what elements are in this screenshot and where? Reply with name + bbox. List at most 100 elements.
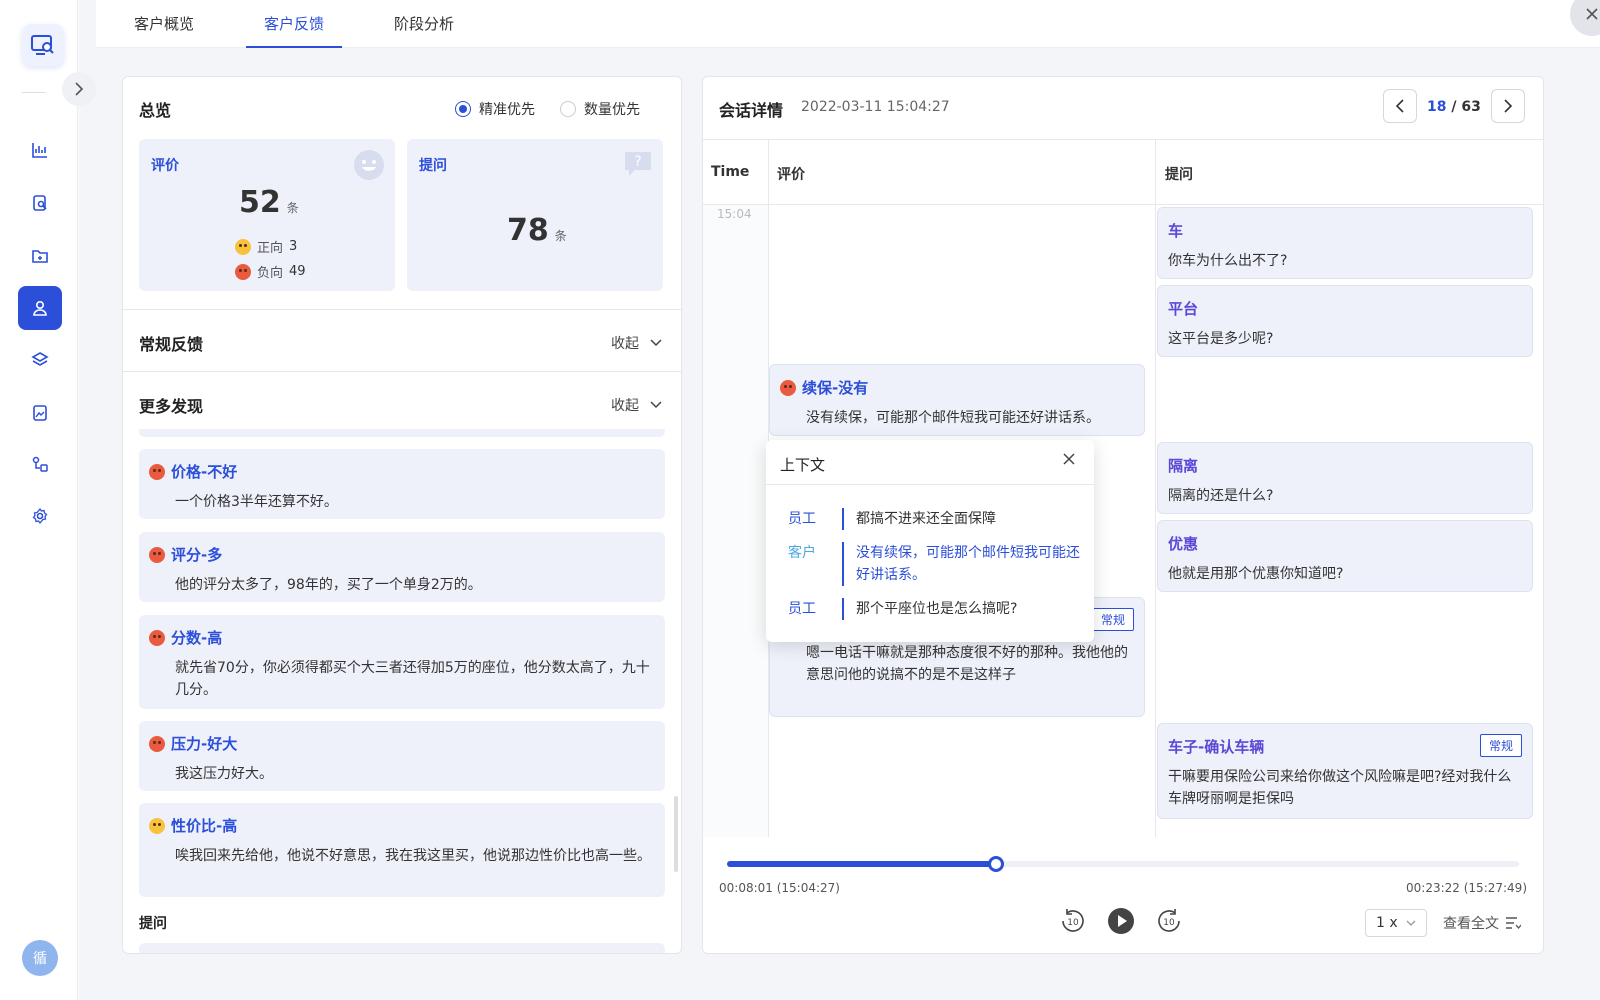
radio-precise-first[interactable]: 精准优先 [455,99,535,119]
feedback-item[interactable]: 价格-不好 一个价格3半年还算不好。 [139,449,665,519]
session-title: 会话详情 [719,101,784,120]
play-button[interactable] [1107,907,1135,935]
review-bubble-body: 没有续保，可能那个邮件短我可能还好讲话系。 [806,410,1100,426]
avatar[interactable]: 循 [22,940,58,976]
question-bubble-icon: ? [623,149,653,183]
positive-count: 正向 3 [235,237,297,256]
context-line: 员工 那个平座位也是怎么搞呢? [788,598,1082,620]
feedback-item[interactable]: 评分-多 他的评分太多了，98年的，买了一个单身2万的。 [139,532,665,602]
question-bubble-body: 你车为什么出不了? [1168,253,1288,269]
radio-dot [560,101,576,117]
speaker-label: 员工 [788,511,816,527]
question-stat-card[interactable]: 提问 ? 78 条 [407,139,663,291]
angry-face-icon [149,735,165,752]
tab-label: 阶段分析 [393,15,454,33]
popup-divider [766,484,1094,485]
session-datetime: 2022-03-11 15:04:27 [801,99,950,115]
nav-item-share[interactable] [18,442,62,486]
feedback-item[interactable]: 分数-高 就先省70分，你必须得都买个大三者还得加5万的座位，他分数太高了，九十… [139,615,665,709]
question-bubble-body: 这平台是多少呢? [1168,331,1274,347]
speaker-bar [842,508,844,530]
review-count-unit: 条 [286,201,299,215]
svg-text:?: ? [634,154,641,170]
question-bubble[interactable]: 车 你车为什么出不了? [1157,207,1533,279]
folder-icon [32,250,48,263]
next-page-button[interactable] [1491,89,1525,123]
forward-10-icon: 10 [1158,909,1180,932]
tab-customer-overview[interactable]: 客户概览 [130,0,198,48]
settings-icon [32,507,48,525]
forward-10-button[interactable]: 10 [1155,907,1183,935]
question-bubble[interactable]: 平台 这平台是多少呢? [1157,285,1533,357]
collapse-label: 收起 [611,336,639,352]
rewind-10-icon: 10 [1062,909,1084,932]
speaker-label: 客户 [788,545,816,561]
column-divider [1155,139,1156,839]
question-bubble-title: 平台 [1168,300,1199,318]
angry-face-icon [149,546,165,563]
question-stat-count: 78 条 [507,213,567,248]
collapse-label: 收起 [611,398,639,414]
review-stat-count: 52 条 [239,185,299,220]
question-bubble[interactable]: 隔离 隔离的还是什么? [1157,442,1533,514]
progress-track[interactable] [727,856,1519,872]
context-text: 那个平座位也是怎么搞呢? [856,601,1018,617]
radio-label: 数量优先 [584,102,640,118]
nav-item-folder[interactable] [18,234,62,278]
question-bubble-title: 隔离 [1168,457,1199,475]
bubble-title-text: 续保-没有 [802,379,869,397]
positive-label: 正向 [257,241,284,256]
list-filter-icon [1506,917,1521,930]
current-time: 00:08:01 (15:04:27) [719,881,840,895]
feedback-item-title: 压力-好大 [149,733,237,754]
regular-collapse-button[interactable]: 收起 [611,333,663,353]
progress-handle[interactable] [988,856,1005,872]
rewind-10-button[interactable]: 10 [1059,907,1087,935]
question-bubble-title: 车 [1168,222,1184,240]
review-stat-card[interactable]: 评价 52 条 正向 3 负向 49 [139,139,395,291]
time-mark: 15:04 [717,207,752,221]
question-stat-label: 提问 [419,158,447,174]
more-collapse-button[interactable]: 收起 [611,395,663,415]
progress-fill [727,861,997,867]
feedback-item-body: 我这压力好大。 [175,766,273,782]
nav-item-image[interactable] [18,391,62,435]
radio-label: 精准优先 [479,102,535,118]
nav-item-customer[interactable] [18,286,62,330]
nav-item-settings[interactable] [18,494,62,538]
scrollbar[interactable] [674,796,678,872]
col-time: Time [711,164,750,180]
nav-item-chart[interactable] [18,128,62,172]
view-full-text-button[interactable]: 查看全文 [1443,913,1521,933]
app-logo[interactable] [22,24,64,66]
feedback-title-text: 分数-高 [171,629,223,647]
feedback-item[interactable]: 压力-好大 我这压力好大。 [139,721,665,791]
feedback-item[interactable]: 性价比-高 唉我回来先给他，他说不好意思，我在我这里买，他说那边性价比也高一些。 [139,803,665,897]
playback-speed-select[interactable]: 1 x [1365,909,1427,937]
sidebar-expand-button[interactable] [62,72,96,106]
tab-customer-feedback[interactable]: 客户反馈 [246,0,342,48]
question-bubble[interactable]: 优惠 他就是用那个优惠你知道吧? [1157,520,1533,592]
nav-item-search-doc[interactable] [18,181,62,225]
sidebar: 循 [0,0,80,1000]
regular-feedback-title: 常规反馈 [139,335,204,354]
tab-stage-analysis[interactable]: 阶段分析 [390,0,458,48]
angry-face-icon [149,463,165,480]
review-bubble[interactable]: 续保-没有 没有续保，可能那个邮件短我可能还好讲话系。 [769,364,1145,436]
col-review: 评价 [777,167,805,183]
list-item-partial [139,943,665,953]
chevron-right-icon [75,82,84,96]
nav-item-layers[interactable] [18,338,62,382]
tab-bar: 客户概览 客户反馈 阶段分析 [96,0,1600,48]
positive-value: 3 [289,239,298,254]
overview-title: 总览 [139,101,172,120]
search-document-icon [33,195,47,211]
question-bubble[interactable]: 车子-确认车辆 常规 干嘛要用保险公司来给你做这个风险嘛是吧?经对我什么车牌呀丽… [1157,723,1533,819]
feedback-title-text: 性价比-高 [171,817,238,835]
radio-quantity-first[interactable]: 数量优先 [560,99,640,119]
context-popup-close-button[interactable] [1062,452,1076,470]
question-count-value: 78 [507,213,549,248]
prev-page-button[interactable] [1383,89,1417,123]
feedback-title-text: 价格-不好 [171,463,238,481]
context-popup: 上下文 员工 都搞不进来还全面保障 客户 没有续保，可能那个邮件短我可能还好讲话系。… [766,440,1094,642]
